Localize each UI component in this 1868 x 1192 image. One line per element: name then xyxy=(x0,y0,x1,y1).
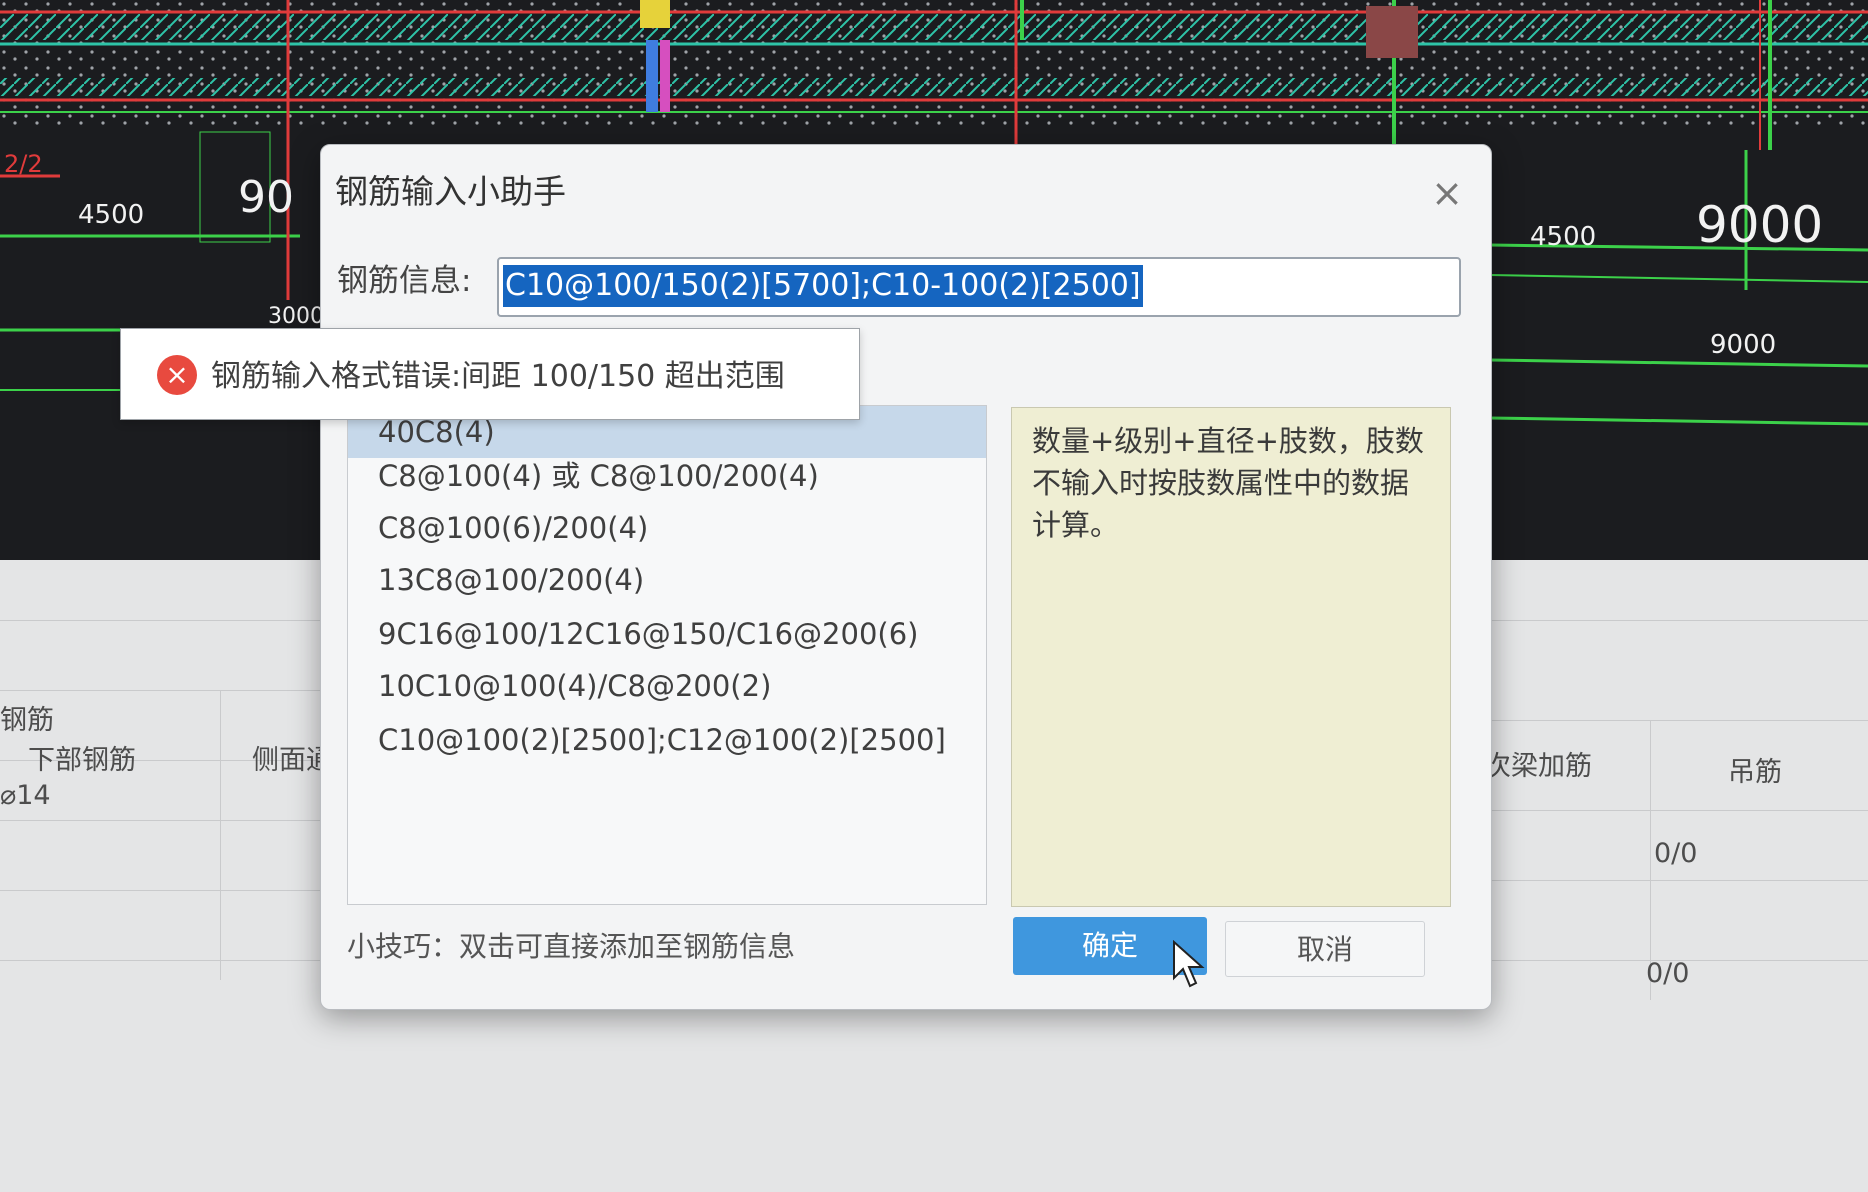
rebar-info-label: 钢筋信息: xyxy=(337,263,472,299)
close-button[interactable]: × xyxy=(1427,173,1467,213)
cad-dimension-label: 2/2 xyxy=(4,150,43,178)
tip-text: 小技巧：双击可直接添加至钢筋信息 xyxy=(347,930,796,963)
column-header-rebar: 钢筋 xyxy=(0,705,54,736)
close-icon: × xyxy=(1431,171,1463,215)
cad-dimension-label: 4500 xyxy=(1530,222,1597,252)
rebar-input-assistant-dialog: 钢筋输入小助手 × 钢筋信息: C10@100/150(2)[5700];C10… xyxy=(320,144,1492,1010)
rebar-format-example-list[interactable]: 40C8(4) C8@100(4) 或 C8@100/200(4) C8@100… xyxy=(347,405,987,905)
list-item[interactable]: 10C10@100(4)/C8@200(2) xyxy=(378,660,771,712)
cancel-button[interactable]: 取消 xyxy=(1225,921,1425,977)
error-icon: × xyxy=(157,355,197,395)
cad-dimension-label: 3000 xyxy=(268,304,324,329)
rebar-info-input[interactable]: C10@100/150(2)[5700];C10-100(2)[2500] xyxy=(497,257,1461,317)
rebar-info-selected-text: C10@100/150(2)[5700];C10-100(2)[2500] xyxy=(503,265,1143,307)
error-tooltip: × 钢筋输入格式错误:间距 100/150 超出范围 xyxy=(120,328,860,420)
list-item[interactable]: C8@100(4) 或 C8@100/200(4) xyxy=(378,450,819,502)
format-description-panel: 数量+级别+直径+肢数，肢数不输入时按肢数属性中的数据计算。 xyxy=(1011,407,1451,907)
mouse-cursor-icon xyxy=(1173,940,1205,988)
list-item[interactable]: C8@100(6)/200(4) xyxy=(378,502,648,554)
column-header-hanger-rebar: 吊筋 xyxy=(1728,757,1782,788)
list-item[interactable]: 9C16@100/12C16@150/C16@200(6) xyxy=(378,608,918,660)
cad-dimension-label: 9000 xyxy=(1696,196,1824,254)
cad-dimension-label: 9000 xyxy=(1710,330,1777,360)
table-cell[interactable]: 0/0 xyxy=(1646,958,1689,989)
table-cell[interactable]: ⌀14 xyxy=(0,780,51,811)
error-message: 钢筋输入格式错误:间距 100/150 超出范围 xyxy=(211,359,785,394)
column-header-secondary-beam-rebar: 次梁加筋 xyxy=(1484,751,1592,782)
column-header-bottom-rebar: 下部钢筋 xyxy=(28,745,136,776)
cad-dimension-label: 90 xyxy=(238,172,294,223)
cad-dimension-label: 4500 xyxy=(78,200,145,230)
table-cell[interactable]: 0/0 xyxy=(1654,838,1697,869)
list-item[interactable]: 13C8@100/200(4) xyxy=(378,554,644,606)
list-item[interactable]: C10@100(2)[2500];C12@100(2)[2500] xyxy=(378,714,946,766)
dialog-title: 钢筋输入小助手 xyxy=(335,172,566,211)
